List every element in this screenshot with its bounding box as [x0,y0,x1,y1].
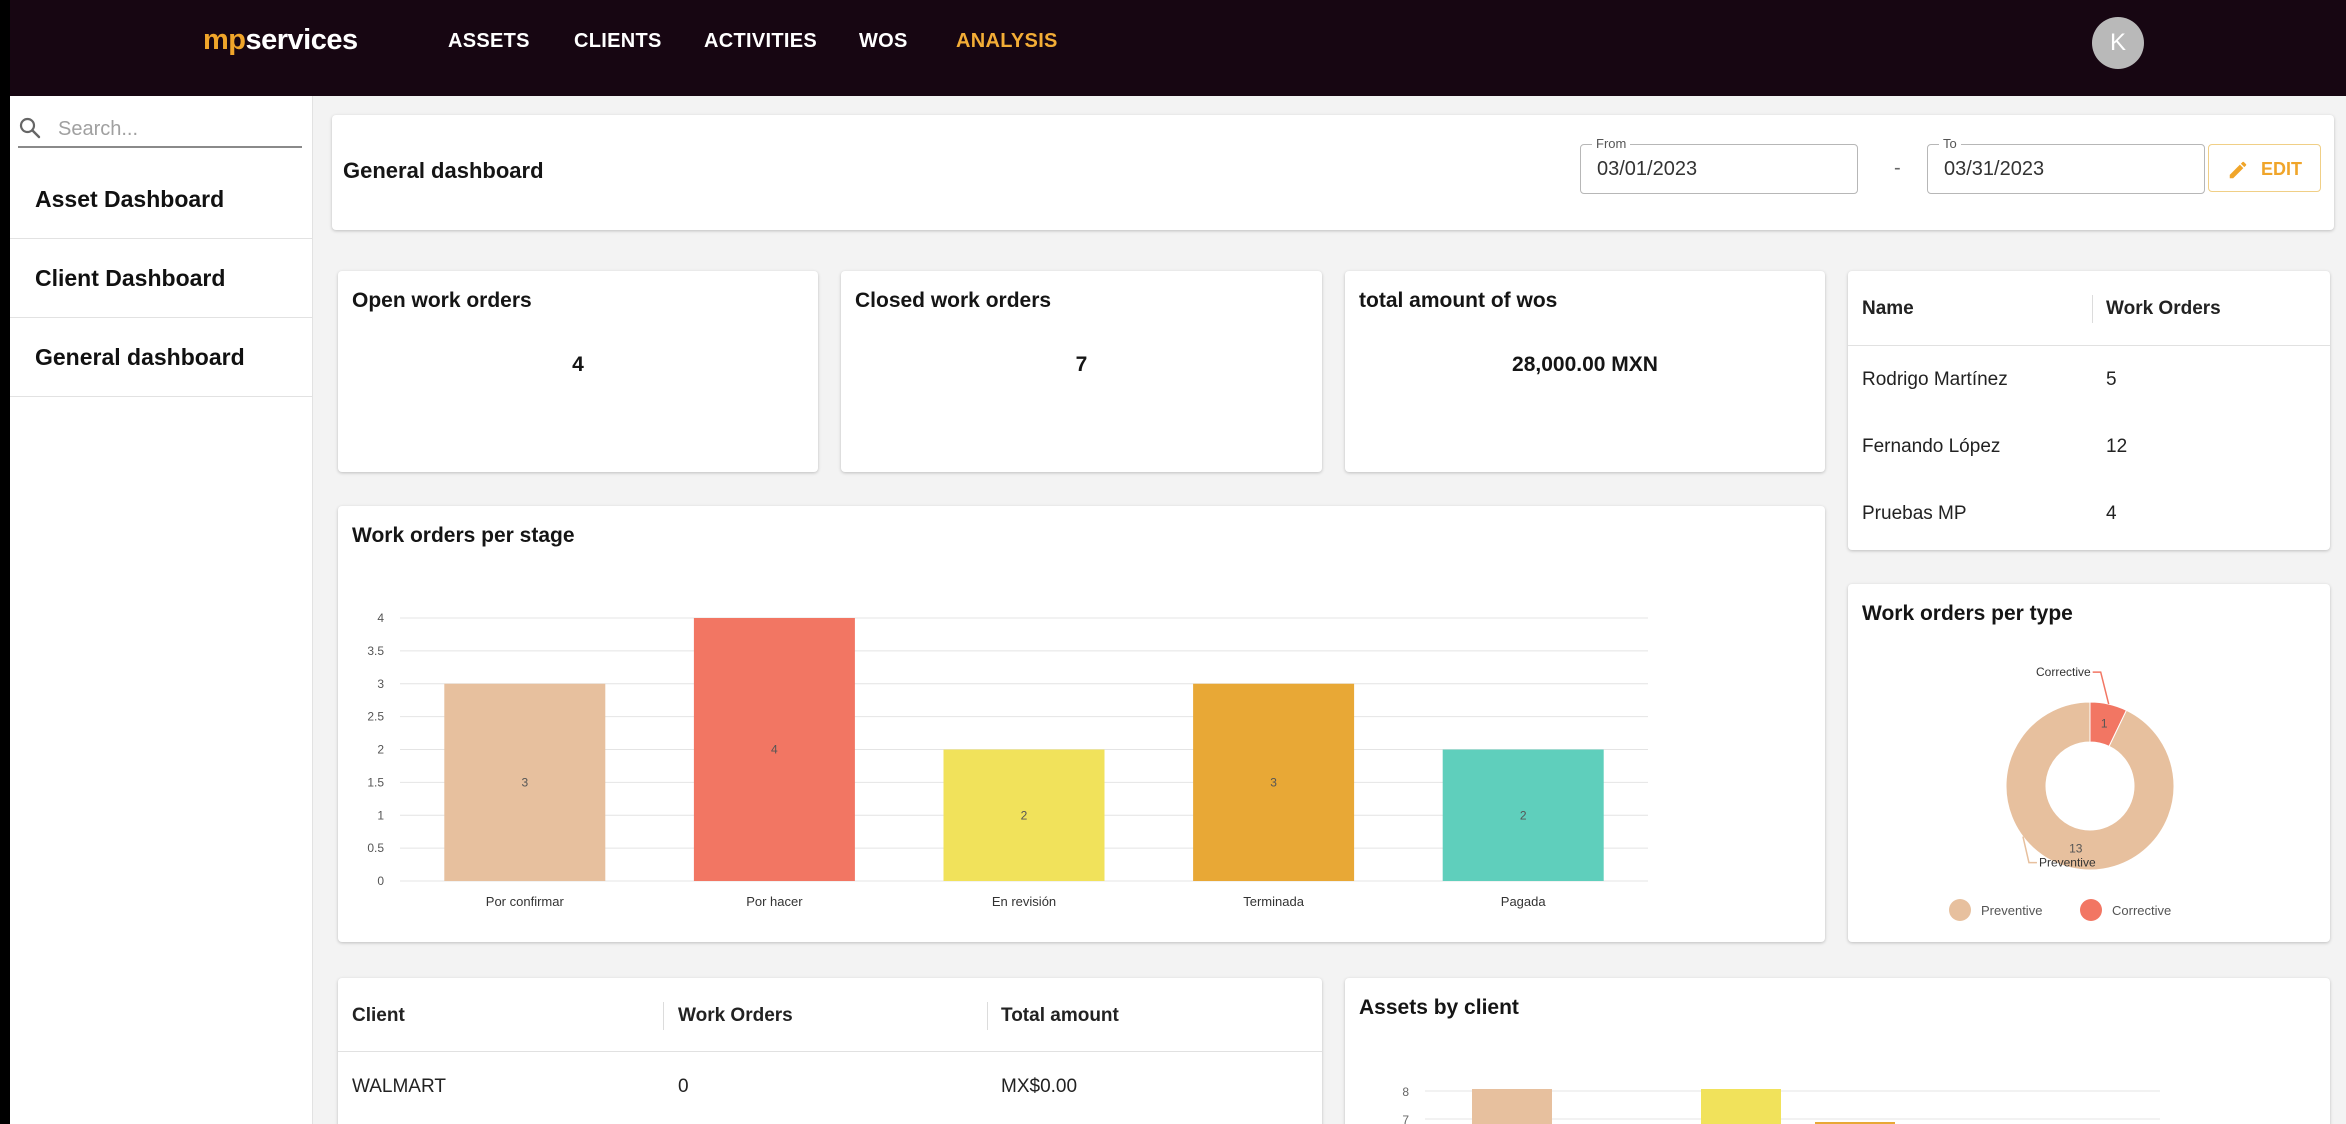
kpi-value: 4 [572,353,584,376]
page-title: General dashboard [343,158,544,183]
data-label: 3 [521,775,528,789]
search-input[interactable]: Search... [18,114,302,148]
from-date-label: From [1592,136,1631,151]
search-icon [19,117,41,139]
y-tick-label: 0 [377,874,384,888]
to-date-label: To [1939,136,1961,151]
legend-marker [2080,899,2102,921]
table-header: Client Work Orders Total amount [338,978,1322,1052]
sidebar-item-general-dashboard[interactable]: General dashboard [10,318,313,397]
work-orders-per-stage-card: Work orders per stage 0 0.5 1 1.5 2 2.5 3 3.5 4 3… [338,506,1825,942]
column-header-client[interactable]: Client [352,1005,405,1027]
nav-assets[interactable]: ASSETS [448,30,530,53]
kpi-closed-work-orders: Closed work orders 7 [841,271,1322,472]
x-tick-label: Por confirmar [486,894,565,909]
legend-marker [1949,899,1971,921]
y-tick-label: 8 [1402,1085,1409,1099]
table-header: Name Work Orders [1848,271,2330,346]
table-cell: Rodrigo Martínez [1862,369,2008,390]
bar [1472,1089,1552,1124]
sidebar-item-asset-dashboard[interactable]: Asset Dashboard [10,160,313,239]
to-date-value: 03/31/2023 [1944,158,2045,180]
column-header-work-orders[interactable]: Work Orders [678,1005,793,1027]
callout-line [2092,671,2110,705]
column-header-name[interactable]: Name [1862,298,1914,320]
nav-analysis[interactable]: ANALYSIS [956,30,1058,53]
x-tick-label: En revisión [992,894,1056,909]
user-avatar[interactable]: K [2092,17,2144,69]
sidebar: Search... Asset Dashboard Client Dashboa… [10,96,313,1124]
callout-label: Corrective [2036,665,2091,679]
work-orders-per-stage-chart: 0 0.5 1 1.5 2 2.5 3 3.5 4 3 Por confirmar 4 Por hace… [367,611,1648,909]
assets-by-client-chart: 8 7 [1402,1085,2160,1124]
legend-label: Corrective [2112,903,2171,918]
employees-table: Name Work Orders Rodrigo Martínez 5 Fern… [1848,271,2330,550]
table-cell: 0 [678,1076,689,1097]
x-tick-label: Terminada [1243,894,1304,909]
column-divider [987,1002,988,1030]
column-header-work-orders[interactable]: Work Orders [2106,298,2221,320]
kpi-value: 28,000.00 MXN [1512,353,1658,376]
kpi-title: total amount of wos [1359,289,1558,312]
edit-button[interactable]: EDIT [2208,144,2321,192]
y-tick-label: 0.5 [367,841,384,855]
data-label: 2 [1021,808,1028,822]
y-tick-label: 2.5 [367,710,384,724]
y-tick-label: 1 [377,808,384,822]
kpi-title: Closed work orders [855,289,1052,312]
column-header-total-amount[interactable]: Total amount [1001,1005,1119,1027]
table-cell: MX$0.00 [1001,1076,1078,1097]
data-label: 2 [1520,808,1527,822]
data-label: 4 [771,743,778,757]
from-date-field[interactable]: From 03/01/2023 [1580,136,1858,194]
y-tick-label: 1.5 [367,775,384,789]
nav-activities[interactable]: ACTIVITIES [704,30,817,53]
sidebar-item-client-dashboard[interactable]: Client Dashboard [10,239,313,318]
dashboard-header-card: General dashboard From 03/01/2023 - To 0… [332,115,2334,230]
assets-by-client-card: Assets by client 8 7 [1345,978,2330,1124]
work-orders-per-type-chart: 1 13 Corrective Preventive Preventive Correct… [1949,665,2175,921]
callout-label: Preventive [2039,856,2096,870]
date-range-separator: - [1894,157,1901,179]
brand-logo[interactable]: mpservices [203,24,358,57]
to-date-field[interactable]: To 03/31/2023 [1927,136,2205,194]
edit-button-label: EDIT [2261,159,2303,179]
pencil-icon [2229,161,2247,179]
from-date-value: 03/01/2023 [1597,158,1698,180]
nav-wos[interactable]: WOS [859,30,908,53]
app-window: mpservices ASSETS CLIENTS ACTIVITIES WOS… [10,0,2346,1124]
brand-logo-part2: services [245,24,359,56]
kpi-open-work-orders: Open work orders 4 [338,271,818,472]
y-tick-label: 2 [377,743,384,757]
table-cell: 12 [2106,436,2128,457]
table-cell: Fernando López [1862,436,2001,457]
column-divider [2092,295,2093,323]
table-cell: 5 [2106,369,2117,390]
kpi-total-amount: total amount of wos 28,000.00 MXN [1345,271,1825,472]
search-placeholder: Search... [58,118,139,140]
work-orders-per-type-card: Work orders per type 1 13 Corrective Preven… [1848,584,2330,942]
kpi-value: 7 [1075,353,1088,376]
clients-table: Client Work Orders Total amount WALMART … [338,978,1322,1124]
y-tick-label: 7 [1402,1113,1409,1124]
slice-value-label: 13 [2069,841,2083,855]
donut-slice [2005,701,2175,871]
table-cell: 4 [2106,503,2117,524]
legend-label: Preventive [1981,903,2042,918]
bar [1701,1089,1781,1124]
top-navigation-bar: mpservices ASSETS CLIENTS ACTIVITIES WOS… [10,0,2346,96]
slice-value-label: 1 [2101,717,2108,731]
y-tick-label: 4 [377,611,384,625]
table-cell: WALMART [352,1076,446,1097]
x-tick-label: Por hacer [746,894,803,909]
y-tick-label: 3.5 [367,644,384,658]
column-divider [663,1002,664,1030]
y-tick-label: 3 [377,677,384,691]
data-label: 3 [1270,775,1277,789]
kpi-title: Open work orders [352,289,532,312]
nav-clients[interactable]: CLIENTS [574,30,662,53]
table-cell: Pruebas MP [1862,503,1967,524]
brand-logo-part1: mp [203,24,246,56]
x-tick-label: Pagada [1501,894,1547,909]
